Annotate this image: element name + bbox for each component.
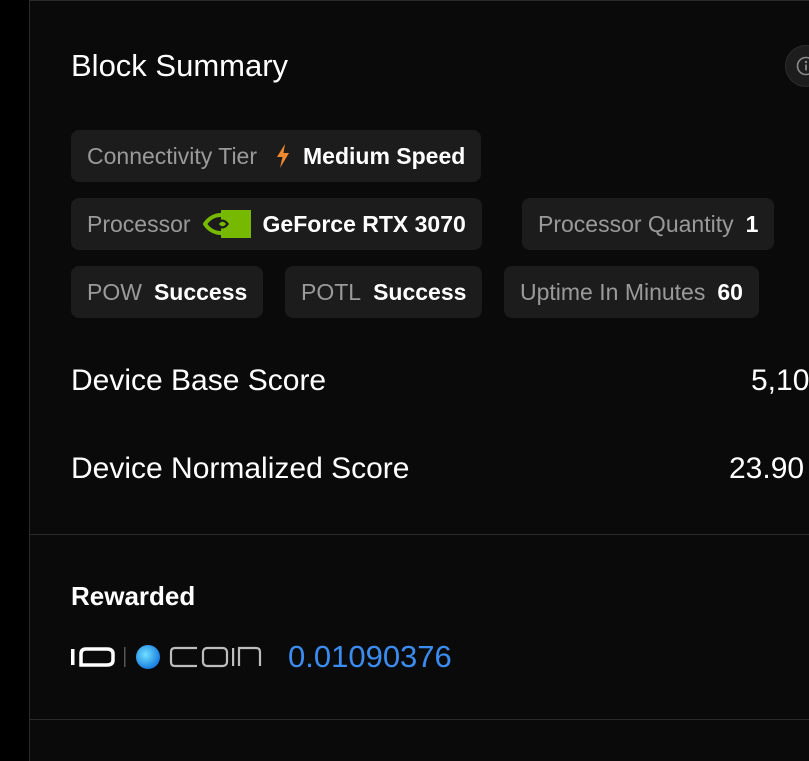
processor-quantity-label: Processor Quantity xyxy=(538,211,734,238)
block-summary-panel: Block Summary Connectivity Tier Medium S… xyxy=(29,0,809,761)
lightning-bolt-icon xyxy=(275,144,291,168)
reward-row: 0.01090376 xyxy=(71,637,452,677)
bottom-divider xyxy=(30,719,809,720)
block-summary-title: Block Summary xyxy=(71,47,288,85)
section-divider xyxy=(30,534,809,535)
device-base-score-label: Device Base Score xyxy=(71,363,326,399)
processor-quantity-value: 1 xyxy=(746,211,759,238)
device-base-score-value: 5,10 xyxy=(751,363,809,399)
pow-chip: POW Success xyxy=(71,266,263,318)
processor-chip: Processor GeForce RTX 3070 xyxy=(71,198,482,250)
io-coin-logo xyxy=(71,643,262,671)
nvidia-logo-icon xyxy=(203,209,251,239)
reward-amount: 0.01090376 xyxy=(288,639,452,675)
uptime-chip: Uptime In Minutes 60 xyxy=(504,266,759,318)
processor-quantity-chip: Processor Quantity 1 xyxy=(522,198,774,250)
potl-label: POTL xyxy=(301,279,361,306)
connectivity-tier-value: Medium Speed xyxy=(303,143,465,170)
info-button[interactable] xyxy=(785,45,809,87)
potl-chip: POTL Success xyxy=(285,266,482,318)
pow-label: POW xyxy=(87,279,142,306)
uptime-value: 60 xyxy=(717,279,743,306)
processor-value: GeForce RTX 3070 xyxy=(263,211,466,238)
connectivity-tier-label: Connectivity Tier xyxy=(87,143,257,170)
device-normalized-score-label: Device Normalized Score xyxy=(71,451,409,487)
pow-value: Success xyxy=(154,279,247,306)
potl-value: Success xyxy=(373,279,466,306)
device-normalized-score-value: 23.90 xyxy=(729,451,804,487)
info-circle-icon xyxy=(796,56,809,76)
uptime-label: Uptime In Minutes xyxy=(520,279,705,306)
connectivity-tier-chip: Connectivity Tier Medium Speed xyxy=(71,130,481,182)
rewarded-heading: Rewarded xyxy=(71,579,195,613)
processor-label: Processor xyxy=(87,211,191,238)
